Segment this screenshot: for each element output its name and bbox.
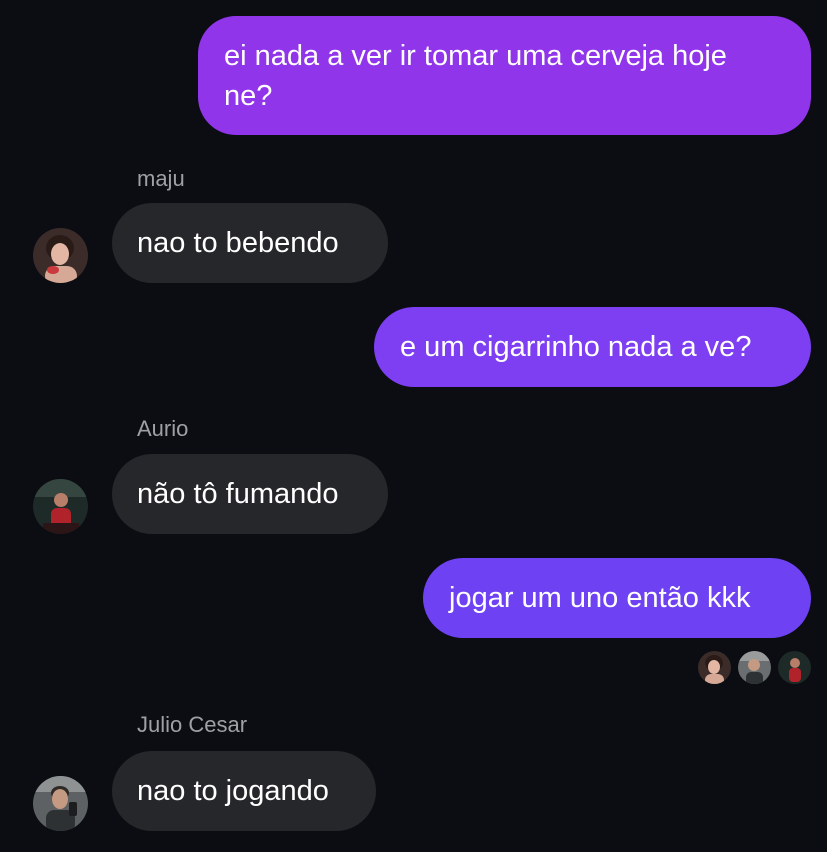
received-message-text: nao to jogando	[137, 775, 329, 807]
user-avatar-photo-icon	[698, 651, 731, 684]
read-receipt-avatar	[778, 651, 811, 684]
sent-message-bubble[interactable]: jogar um uno então kkk	[423, 558, 811, 638]
user-avatar-photo-icon	[33, 479, 88, 534]
avatar[interactable]	[33, 228, 88, 283]
sent-message-bubble[interactable]: e um cigarrinho nada a ve?	[374, 307, 811, 387]
sent-message-text: ei nada a ver ir tomar uma cerveja hoje …	[224, 40, 727, 112]
user-avatar-photo-icon	[778, 651, 811, 684]
avatar[interactable]	[33, 776, 88, 831]
sender-name: Julio Cesar	[137, 712, 248, 737]
received-message-text: não tô fumando	[137, 478, 339, 510]
avatar[interactable]	[33, 479, 88, 534]
sent-message-bubble[interactable]: ei nada a ver ir tomar uma cerveja hoje …	[198, 16, 811, 135]
user-avatar-photo-icon	[33, 228, 88, 283]
received-message-bubble[interactable]: nao to bebendo	[112, 203, 388, 283]
read-receipt-avatar	[738, 651, 771, 684]
sent-message-text: e um cigarrinho nada a ve?	[400, 331, 752, 363]
user-avatar-photo-icon	[738, 651, 771, 684]
read-receipt-avatar	[698, 651, 731, 684]
user-avatar-photo-icon	[33, 776, 88, 831]
received-message-bubble[interactable]: não tô fumando	[112, 454, 388, 534]
sender-name: maju	[137, 166, 185, 191]
received-message-bubble[interactable]: nao to jogando	[112, 751, 376, 831]
received-message-text: nao to bebendo	[137, 227, 339, 259]
sent-message-text: jogar um uno então kkk	[449, 582, 751, 614]
sender-name: Aurio	[137, 416, 189, 441]
